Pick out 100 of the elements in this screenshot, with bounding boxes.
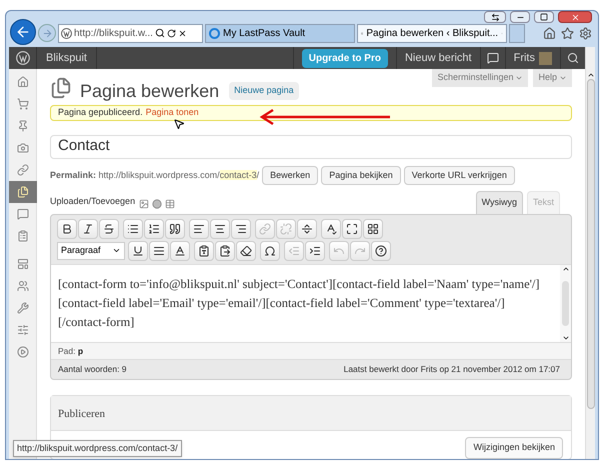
permalink-button[interactable]: Bewerken	[262, 166, 318, 185]
browser-tab[interactable]: Pagina bewerken ‹ Blikspuit...	[357, 24, 507, 42]
toolbar-button[interactable]	[123, 218, 143, 238]
spellcheck-icon	[325, 222, 337, 234]
toolbar-button[interactable]	[57, 218, 77, 238]
help-icon	[375, 244, 387, 256]
add-new-page-button[interactable]: Nieuwe pagina	[229, 82, 299, 100]
minimize-icon[interactable]	[510, 11, 530, 23]
format-dropdown[interactable]: Paragraaf	[57, 242, 125, 260]
underline-icon	[132, 244, 144, 256]
editor-tab[interactable]: Wysiwyg	[476, 191, 523, 214]
toolbar-button[interactable]	[215, 240, 235, 260]
favorites-star-icon[interactable]	[561, 26, 574, 40]
toolbar-button[interactable]	[371, 240, 391, 260]
toolbar-button[interactable]	[210, 218, 230, 238]
refresh-icon[interactable]	[166, 28, 176, 38]
paste-icon	[219, 244, 231, 256]
scroll-up-icon[interactable]	[586, 71, 594, 79]
stop-icon[interactable]	[178, 28, 187, 38]
users-icon	[16, 280, 28, 292]
toolbar-button[interactable]	[144, 218, 164, 238]
search-icon[interactable]	[567, 52, 579, 64]
circle-icon[interactable]	[152, 198, 162, 208]
eraser-icon	[240, 244, 252, 256]
toolbar-button[interactable]	[78, 218, 98, 238]
screen-options-tab[interactable]: Scherminstellingen	[432, 69, 528, 86]
notification-icon[interactable]	[486, 52, 499, 64]
pages-icon	[50, 77, 72, 99]
path-text: Pad: p	[58, 346, 84, 356]
fullscreen-icon	[346, 222, 358, 234]
text-color-icon	[174, 244, 186, 256]
paste-text-icon	[198, 244, 210, 256]
screen-options-tab[interactable]: Help	[533, 69, 572, 86]
toolbar-button[interactable]	[260, 240, 280, 260]
toolbar-button[interactable]	[297, 218, 317, 238]
indent-icon	[309, 244, 321, 256]
permalink-button[interactable]: Verkorte URL verkrijgen	[404, 166, 515, 185]
home-icon[interactable]	[543, 26, 556, 40]
toolbar-button[interactable]	[128, 240, 148, 260]
tab-title: My LastPass Vault	[223, 26, 306, 40]
maximize-icon[interactable]	[534, 11, 554, 23]
justify-icon	[153, 244, 165, 256]
image-icon[interactable]	[139, 198, 150, 208]
avatar-placeholder	[539, 52, 552, 64]
pages-icon	[16, 186, 28, 198]
toolbar-button[interactable]	[342, 218, 362, 238]
status-url-tooltip: http://blikspuit.wordpress.com/contact-3/	[13, 440, 182, 457]
wordpress-logo-icon	[61, 28, 72, 38]
preview-changes-button[interactable]: Wijzigingen bekijken	[465, 437, 563, 458]
toolbar-button[interactable]	[99, 218, 119, 238]
toolbar-button[interactable]	[236, 240, 256, 260]
resize-icon[interactable]	[484, 11, 506, 23]
tab-title: Pagina bewerken ‹ Blikspuit...	[366, 26, 498, 40]
wordpress-logo-icon	[16, 51, 30, 65]
outdent-icon	[288, 244, 300, 256]
toolbar-button[interactable]	[305, 240, 325, 260]
form-icon	[16, 230, 28, 242]
word-count: Aantal woorden: 9	[58, 363, 127, 376]
toolbar-button[interactable]	[165, 218, 185, 238]
search-icon[interactable]	[154, 28, 165, 38]
site-name-link[interactable]: Blikspuit	[37, 47, 97, 69]
browser-tab[interactable]: My LastPass Vault	[205, 24, 355, 42]
notice-text: Pagina gepubliceerd.	[58, 106, 143, 119]
omega-icon	[264, 244, 276, 256]
settings-icon[interactable]	[579, 26, 592, 40]
layout-icon	[16, 258, 28, 270]
cart-icon	[16, 98, 28, 110]
strikethrough-icon	[103, 222, 115, 234]
toolbar-button[interactable]	[189, 218, 209, 238]
toolbar-button[interactable]	[149, 240, 169, 260]
permalink-button[interactable]: Pagina bekijken	[321, 166, 401, 185]
editor-scrollbar[interactable]	[560, 264, 571, 342]
toolbar-button[interactable]	[170, 240, 190, 260]
pin-icon	[16, 120, 28, 132]
toolbar-button[interactable]	[363, 218, 383, 238]
sliders-icon	[16, 324, 28, 336]
address-bar[interactable]: http://blikspuit.w...	[58, 24, 203, 42]
toolbar-button[interactable]	[321, 218, 341, 238]
close-icon[interactable]	[558, 11, 592, 23]
table-icon[interactable]	[165, 198, 176, 208]
play-circle-icon	[16, 346, 28, 358]
align-center-icon	[214, 222, 226, 234]
view-page-link[interactable]: Pagina tonen	[146, 106, 199, 120]
back-button-icon[interactable]	[10, 19, 36, 45]
title-field[interactable]: Contact	[50, 134, 572, 158]
align-right-icon	[235, 222, 247, 234]
italic-icon	[82, 222, 94, 234]
toolbar-button[interactable]	[231, 218, 251, 238]
address-text: http://blikspuit.w...	[74, 26, 153, 40]
upload-label: Uploaden/Toevoegen	[50, 195, 136, 208]
publish-title: Publiceren	[58, 408, 106, 420]
quote-icon	[169, 222, 181, 234]
permalink-text: Permalink: http://blikspuit.wordpress.com/contact-3/	[50, 168, 260, 182]
align-left-icon	[193, 222, 205, 234]
sidebar-item[interactable]	[9, 181, 36, 203]
toolbar-button[interactable]	[194, 240, 214, 260]
grid-icon	[367, 222, 379, 234]
page-scrollbar[interactable]	[585, 47, 595, 459]
browser-logo-icon	[209, 28, 220, 38]
wrench-icon	[16, 302, 28, 314]
